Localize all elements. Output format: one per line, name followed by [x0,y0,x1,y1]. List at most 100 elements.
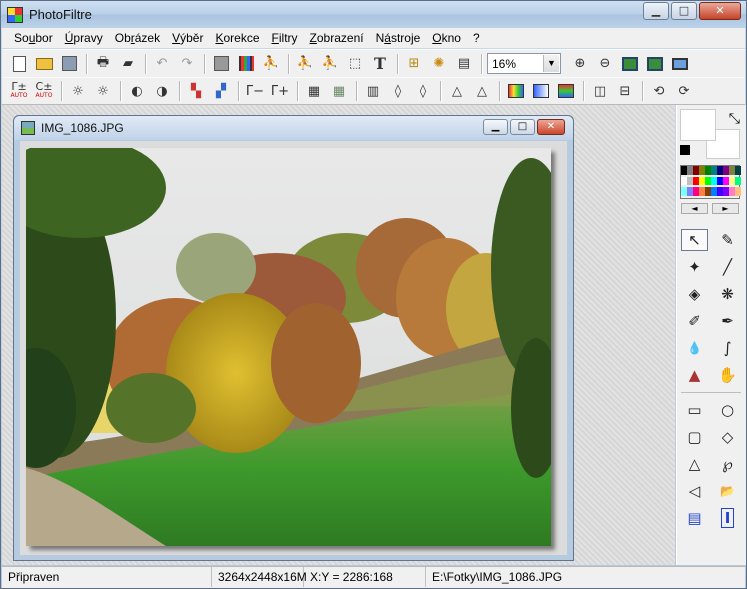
ellipse-tool[interactable]: ○ [714,399,741,421]
document-maximize-button[interactable]: □ [510,119,535,135]
actual-size-button[interactable] [619,53,641,75]
menu-filtry[interactable]: Filtry [266,31,304,45]
dust-filter-button[interactable]: ▦ [303,80,325,102]
smudge-tool[interactable]: ∫ [714,337,741,359]
default-colors-icon[interactable] [680,145,690,155]
brightness-minus-button[interactable]: ☼ [67,80,89,102]
menu-soubor[interactable]: Soubor [8,31,59,45]
rotate-right-button[interactable]: ⟳ [673,80,695,102]
new-file-button[interactable] [8,53,30,75]
saturation-plus-button[interactable]: ▞ [210,80,232,102]
auto-levels-button[interactable]: Γ± AUTO [8,80,30,102]
magic-wand-tool[interactable]: ✦ [681,256,708,278]
zoom-out-button[interactable]: ⊖ [594,53,616,75]
explorer-button[interactable]: ⊞ [403,53,425,75]
fullscreen-button[interactable] [669,53,691,75]
palette-prev-button[interactable]: ◄ [681,203,708,214]
blur-more-button[interactable]: ◊ [412,80,434,102]
palette-next-button[interactable]: ► [712,203,739,214]
sharpen-more-button[interactable]: △ [471,80,493,102]
blur-tool[interactable]: 💧 [681,337,708,359]
document-minimize-button[interactable]: ▁ [483,119,508,135]
flip-vertical-button[interactable]: ⊟ [614,80,636,102]
gamma-plus-button[interactable]: Γ+ [269,80,291,102]
selection-tool[interactable]: ↖ [681,229,708,251]
frame-button[interactable]: ⛹ [294,53,316,75]
document-close-button[interactable]: ✕ [537,119,565,135]
soften-button[interactable]: ▥ [362,80,384,102]
chevron-down-icon[interactable]: ▼ [543,55,559,72]
palette-swatch[interactable] [735,166,741,175]
rectangle-tool[interactable]: ▭ [681,399,708,421]
gradient-button[interactable] [505,80,527,102]
zoom-in-button[interactable]: ⊕ [569,53,591,75]
clone-stamp-tool[interactable]: ▲ [681,364,708,386]
palette-swatch[interactable] [735,176,741,186]
fill-tool[interactable]: ◈ [681,283,708,305]
menu-zobrazeni[interactable]: Zobrazení [304,31,370,45]
zoom-select[interactable]: 16% ▼ [487,53,561,74]
document-title-bar[interactable]: IMG_1086.JPG ▁ □ ✕ [14,116,573,140]
close-button[interactable]: ✕ [699,2,741,20]
contrast-plus-button[interactable]: ◑ [151,80,173,102]
auto-contrast-button[interactable]: C± AUTO [33,80,55,102]
polygon-tool[interactable]: ◁ [681,480,708,502]
rotate-left-button[interactable]: ⟲ [648,80,670,102]
triangle-tool[interactable]: △ [681,453,708,475]
save-button[interactable] [58,53,80,75]
print-button[interactable]: 🖶 [92,53,114,75]
smooth-filter-button[interactable]: ▦ [328,80,350,102]
diamond-tool[interactable]: ◇ [714,426,741,448]
hand-tool[interactable]: ✋ [714,364,741,386]
window-button[interactable]: ▤ [453,53,475,75]
open-file-button[interactable] [33,53,55,75]
title-bar[interactable]: PhotoFiltre ▁ □ ✕ [1,1,746,28]
contrast-minus-button[interactable]: ◐ [126,80,148,102]
lasso-tool[interactable]: ℘ [714,453,741,475]
rounded-rect-tool[interactable]: ▢ [681,426,708,448]
menu-okno[interactable]: Okno [426,31,467,45]
menu-upravy[interactable]: Úpravy [59,31,109,45]
select-all-tool[interactable]: ▤ [681,507,708,529]
maximize-button[interactable]: □ [671,2,697,20]
color-picker-tool[interactable]: ✎ [714,229,741,251]
menu-help[interactable]: ? [467,31,486,45]
menu-nastroje[interactable]: Nástroje [370,31,427,45]
color-balance-button[interactable] [530,80,552,102]
saturation-minus-button[interactable]: ▚ [185,80,207,102]
select-rect-button[interactable]: ⬚ [344,53,366,75]
foreground-color-swatch[interactable] [680,109,716,141]
advanced-brush-tool[interactable]: ✒ [714,310,741,332]
undo-button[interactable]: ↶ [151,53,173,75]
text-selection-tool[interactable]: I [714,507,741,529]
brightness-plus-button[interactable]: ☼ [92,80,114,102]
load-shape-tool[interactable]: 📂 [714,480,741,502]
menu-korekce[interactable]: Korekce [209,31,265,45]
border-button[interactable]: ⛹ [319,53,341,75]
minimize-button[interactable]: ▁ [643,2,669,20]
swap-colors-icon[interactable]: ⤡ [729,111,740,127]
menu-obrazek[interactable]: Obrázek [109,31,166,45]
blur-button[interactable]: ◊ [387,80,409,102]
plugins-button[interactable]: ✺ [428,53,450,75]
grid-olive-icon: ▦ [332,83,346,99]
line-tool[interactable]: ╱ [714,256,741,278]
autumn-park-photo[interactable] [26,148,551,546]
fit-window-button[interactable] [644,53,666,75]
text-button[interactable]: T [369,53,391,75]
color-palette[interactable] [680,165,741,199]
colors-button[interactable] [235,53,257,75]
transparency-button[interactable]: ⛹ [260,53,282,75]
grayscale-button[interactable] [210,53,232,75]
document-canvas[interactable] [20,141,567,555]
redo-button[interactable]: ↷ [176,53,198,75]
rgb-button[interactable] [555,80,577,102]
brush-tool[interactable]: ✐ [681,310,708,332]
palette-swatch[interactable] [735,187,741,196]
scan-button[interactable]: ▰ [117,53,139,75]
gamma-minus-button[interactable]: Γ− [244,80,266,102]
menu-vyber[interactable]: Výběr [166,31,209,45]
flip-horizontal-button[interactable]: ◫ [589,80,611,102]
spray-tool[interactable]: ❋ [714,283,741,305]
sharpen-button[interactable]: △ [446,80,468,102]
